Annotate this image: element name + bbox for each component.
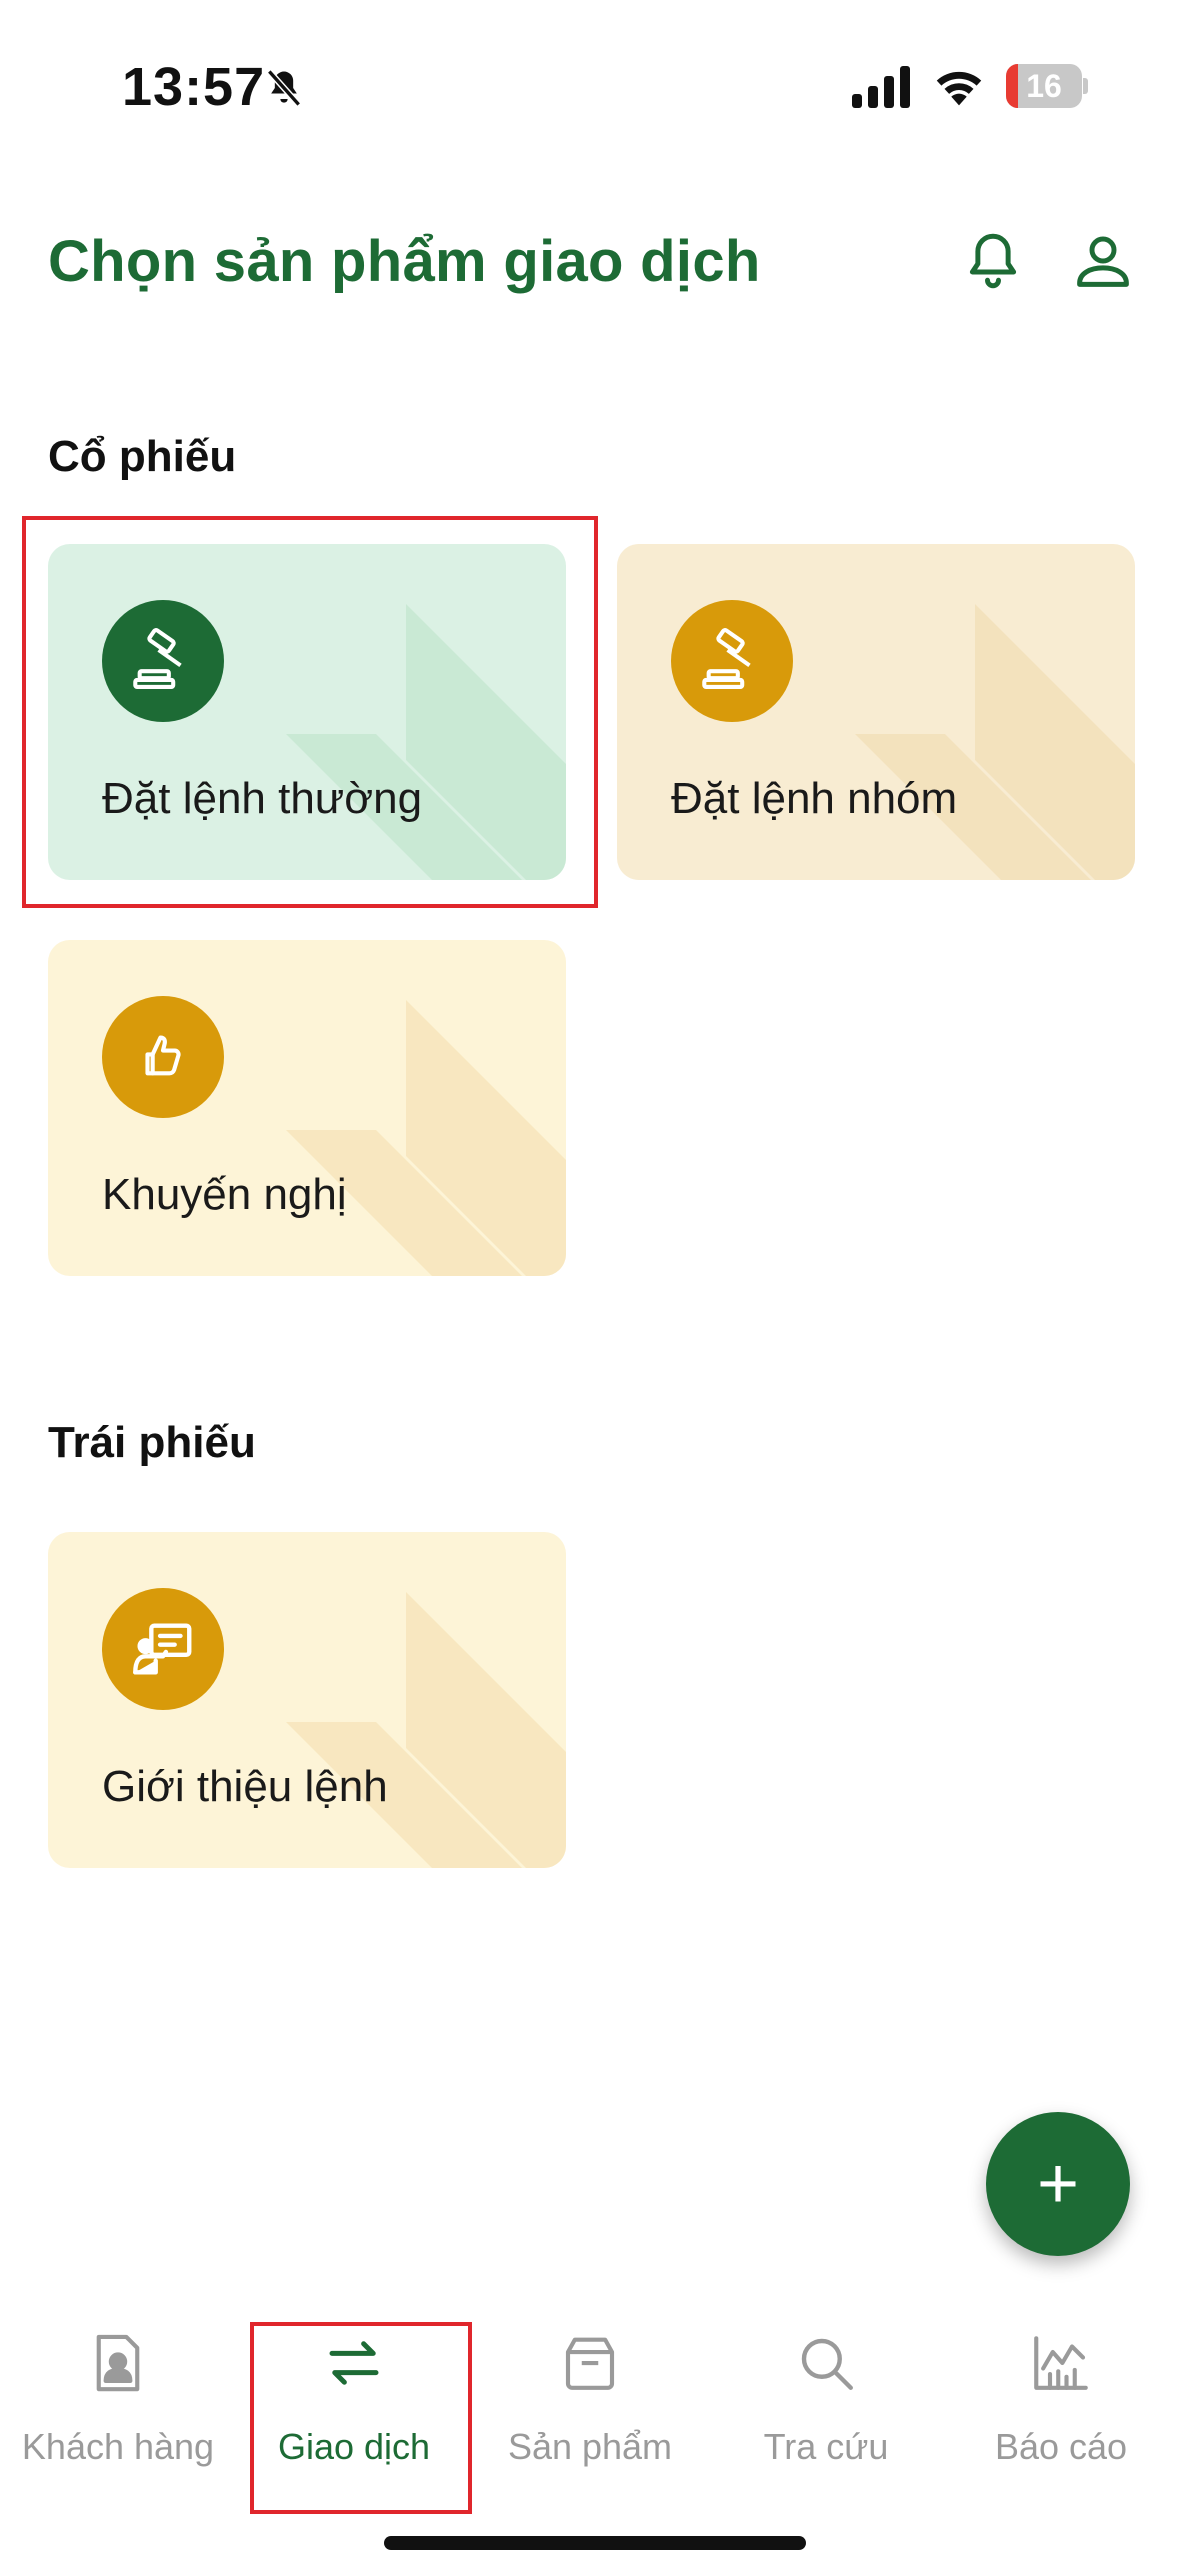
nav-item-reports[interactable]: Báo cáo xyxy=(943,2330,1179,2480)
battery-icon: 16 xyxy=(1006,64,1088,108)
card-label: Đặt lệnh nhóm xyxy=(671,774,958,823)
nav-selection-highlight xyxy=(250,2322,472,2514)
thumbs-up-icon xyxy=(102,996,224,1118)
home-indicator[interactable] xyxy=(384,2536,806,2550)
status-bar: 13:57 16 xyxy=(0,0,1179,180)
bell-muted-icon xyxy=(267,69,301,107)
nav-label: Báo cáo xyxy=(994,2426,1128,2467)
nav-label: Sản phẩm xyxy=(507,2426,673,2467)
card-label: Khuyến nghị xyxy=(102,1170,347,1219)
bell-icon[interactable] xyxy=(960,228,1026,294)
card-decoration xyxy=(855,604,1135,880)
nav-label: Khách hàng xyxy=(21,2426,215,2467)
nav-label: Tra cứu xyxy=(763,2426,889,2467)
card-decoration xyxy=(286,1592,566,1868)
selection-highlight xyxy=(22,516,598,908)
chart-icon xyxy=(1034,2336,1088,2390)
contact-card-icon xyxy=(96,2334,140,2392)
user-icon[interactable] xyxy=(1070,228,1136,294)
nav-item-lookup[interactable]: Tra cứu xyxy=(708,2330,944,2480)
card-decoration xyxy=(286,1000,566,1276)
status-time: 13:57 xyxy=(122,57,266,117)
box-icon xyxy=(565,2337,615,2390)
card-group-order[interactable]: Đặt lệnh nhóm xyxy=(617,544,1135,880)
bottom-nav: Khách hàng Giao dịch Sản phẩm Tra cứu Bá… xyxy=(0,2300,1179,2556)
nav-item-products[interactable]: Sản phẩm xyxy=(472,2330,708,2480)
section-title-stocks: Cổ phiếu xyxy=(48,432,237,481)
section-title-bonds: Trái phiếu xyxy=(48,1418,256,1467)
nav-item-customers[interactable]: Khách hàng xyxy=(0,2330,236,2480)
cellular-signal-icon xyxy=(852,66,910,108)
presentation-icon xyxy=(102,1588,224,1710)
page-title: Chọn sản phẩm giao dịch xyxy=(48,229,761,294)
card-order-referral[interactable]: Giới thiệu lệnh xyxy=(48,1532,566,1868)
search-icon xyxy=(801,2338,853,2390)
card-recommendation[interactable]: Khuyến nghị xyxy=(48,940,566,1276)
card-label: Giới thiệu lệnh xyxy=(102,1762,388,1811)
add-button[interactable]: + xyxy=(986,2112,1130,2256)
wifi-icon xyxy=(936,71,982,106)
battery-percent: 16 xyxy=(1026,68,1062,104)
gavel-icon xyxy=(671,600,793,722)
plus-icon: + xyxy=(1036,2144,1080,2224)
